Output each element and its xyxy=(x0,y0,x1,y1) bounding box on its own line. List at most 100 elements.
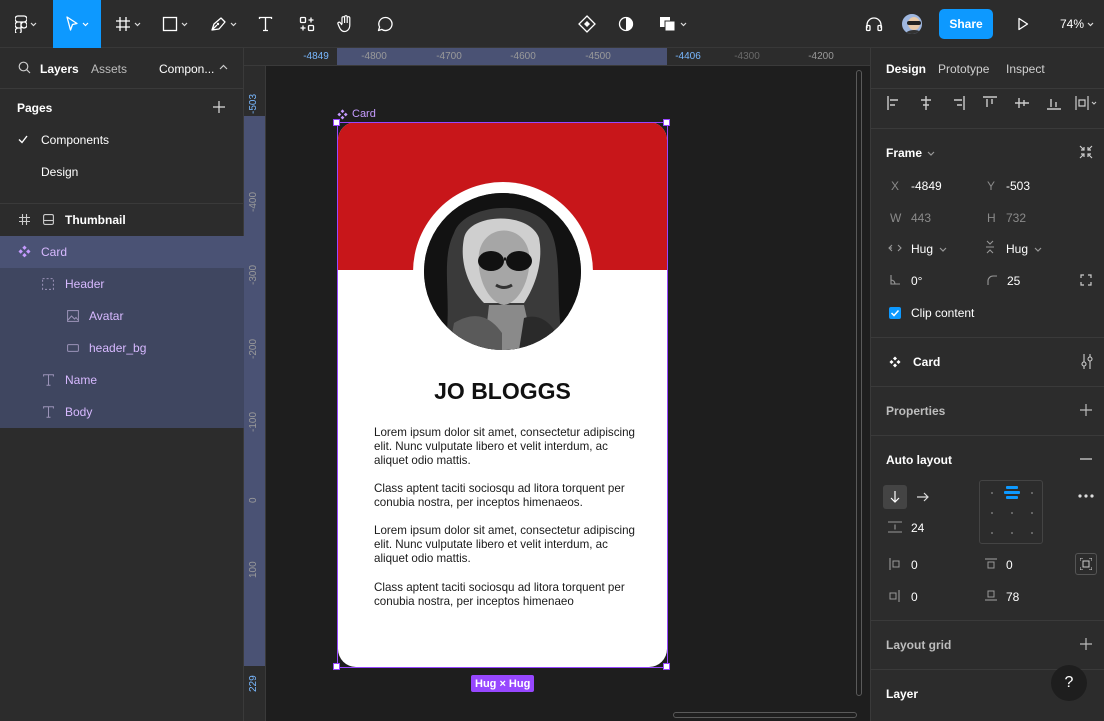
page-label: Components xyxy=(41,133,110,147)
layer-body[interactable]: Body xyxy=(0,396,244,428)
mask-button[interactable] xyxy=(613,0,639,48)
layer-thumbnail[interactable]: Thumbnail xyxy=(0,204,244,236)
tab-design[interactable]: Design xyxy=(886,62,926,76)
text-icon xyxy=(43,406,54,418)
resize-handle-top-right[interactable] xyxy=(663,119,670,126)
divider xyxy=(0,88,244,89)
component-icon xyxy=(337,108,348,119)
item-spacing-input[interactable]: 24 xyxy=(911,521,924,535)
frame-tool-button[interactable] xyxy=(110,0,146,48)
adjust-sliders-icon[interactable] xyxy=(1081,354,1093,369)
ruler-tick: -100 xyxy=(248,411,259,432)
ruler-tick: -4800 xyxy=(361,51,387,62)
zoom-dropdown[interactable]: 74% xyxy=(1054,0,1100,48)
pages-title: Pages xyxy=(17,101,53,115)
comment-tool-button[interactable] xyxy=(372,0,398,48)
page-selector[interactable]: Compon... xyxy=(159,62,214,76)
more-options-icon[interactable] xyxy=(1078,494,1094,498)
resize-handle-bottom-right[interactable] xyxy=(663,663,670,670)
user-avatar-button[interactable] xyxy=(899,0,925,48)
chevron-up-icon[interactable] xyxy=(219,64,228,70)
horizontal-scrollbar[interactable] xyxy=(673,712,857,718)
page-item-design[interactable]: Design xyxy=(0,156,244,188)
tab-layers[interactable]: Layers xyxy=(40,62,79,76)
audio-button[interactable] xyxy=(861,0,887,48)
layer-avatar[interactable]: Avatar xyxy=(0,300,244,332)
padding-bottom-input[interactable]: 78 xyxy=(1006,590,1019,604)
independent-padding-button[interactable] xyxy=(1075,553,1097,575)
share-button[interactable]: Share xyxy=(939,9,993,39)
layer-card[interactable]: Card xyxy=(0,236,244,268)
search-icon[interactable] xyxy=(18,61,31,74)
pen-tool-button[interactable] xyxy=(204,0,242,48)
layer-name[interactable]: Name xyxy=(0,364,244,396)
align-top-icon[interactable] xyxy=(983,96,997,110)
remove-auto-layout-icon[interactable] xyxy=(1080,458,1092,460)
frame-type-dropdown[interactable]: Frame xyxy=(886,146,935,160)
align-vertical-center-icon[interactable] xyxy=(1015,96,1029,110)
layer-title: Layer xyxy=(886,687,919,701)
layer-header[interactable]: Header xyxy=(0,268,244,300)
boolean-group-button[interactable] xyxy=(654,0,692,48)
page-item-components[interactable]: Components xyxy=(0,124,244,156)
resources-button[interactable] xyxy=(294,0,320,48)
body-paragraph[interactable]: Lorem ipsum dolor sit amet, consectetur … xyxy=(374,524,639,566)
corner-radius-input[interactable]: 25 xyxy=(1007,274,1020,288)
align-horizontal-center-icon[interactable] xyxy=(919,96,933,110)
padding-top-input[interactable]: 0 xyxy=(1006,558,1013,572)
add-page-icon[interactable] xyxy=(213,101,225,113)
independent-corners-icon[interactable] xyxy=(1080,274,1092,286)
chevron-down-icon xyxy=(82,22,89,26)
align-bottom-icon[interactable] xyxy=(1047,96,1061,110)
distribute-icon[interactable] xyxy=(1075,96,1097,110)
y-input[interactable]: -503 xyxy=(1006,179,1030,193)
horizontal-resizing-dropdown[interactable]: Hug xyxy=(911,242,947,256)
w-input[interactable]: 443 xyxy=(911,211,931,225)
help-button[interactable]: ? xyxy=(1051,665,1087,701)
padding-top-icon xyxy=(985,558,997,569)
vertical-resizing-dropdown[interactable]: Hug xyxy=(1006,242,1042,256)
rotation-icon xyxy=(890,275,900,285)
component-name[interactable]: Card xyxy=(913,355,940,369)
padding-right-input[interactable]: 0 xyxy=(911,590,918,604)
rotation-input[interactable]: 0° xyxy=(911,274,922,288)
h-input[interactable]: 732 xyxy=(1006,211,1026,225)
profile-card[interactable]: JO BLOGGS Lorem ipsum dolor sit amet, co… xyxy=(338,122,667,667)
present-button[interactable] xyxy=(1010,0,1036,48)
direction-vertical-button[interactable] xyxy=(883,485,907,509)
resize-handle-bottom-left[interactable] xyxy=(333,663,340,670)
avatar-image[interactable] xyxy=(424,193,581,350)
body-paragraph[interactable]: Class aptent taciti sociosqu ad litora t… xyxy=(374,581,639,609)
alignment-grid[interactable] xyxy=(979,480,1043,544)
resize-handle-top-left[interactable] xyxy=(333,119,340,126)
move-tool-button[interactable] xyxy=(53,0,101,48)
size-badge[interactable]: Hug × Hug xyxy=(471,675,535,692)
clip-content-checkbox[interactable] xyxy=(889,307,901,319)
add-layout-grid-icon[interactable] xyxy=(1080,638,1092,650)
body-paragraph[interactable]: Class aptent taciti sociosqu ad litora t… xyxy=(374,482,639,510)
shape-tool-button[interactable] xyxy=(157,0,193,48)
align-right-icon[interactable] xyxy=(951,96,965,110)
frame-label[interactable]: Card xyxy=(337,108,376,120)
dashed-frame-icon xyxy=(42,278,54,290)
resize-to-fit-icon[interactable] xyxy=(1079,145,1093,159)
divider xyxy=(871,435,1104,436)
play-icon xyxy=(1018,17,1029,31)
x-input[interactable]: -4849 xyxy=(911,179,942,193)
image-icon xyxy=(67,310,79,322)
align-left-icon[interactable] xyxy=(887,96,901,110)
hand-tool-button[interactable] xyxy=(332,0,358,48)
add-property-icon[interactable] xyxy=(1080,404,1092,416)
tab-prototype[interactable]: Prototype xyxy=(938,62,989,76)
card-name[interactable]: JO BLOGGS xyxy=(338,378,667,405)
padding-left-input[interactable]: 0 xyxy=(911,558,918,572)
vertical-scrollbar[interactable] xyxy=(856,70,862,696)
main-menu-button[interactable] xyxy=(8,0,44,48)
layer-header-bg[interactable]: header_bg xyxy=(0,332,244,364)
body-paragraph[interactable]: Lorem ipsum dolor sit amet, consectetur … xyxy=(374,426,639,468)
direction-horizontal-button[interactable] xyxy=(911,485,935,509)
tab-inspect[interactable]: Inspect xyxy=(1006,62,1045,76)
tab-assets[interactable]: Assets xyxy=(91,62,127,76)
component-button[interactable] xyxy=(574,0,600,48)
text-tool-button[interactable] xyxy=(252,0,278,48)
